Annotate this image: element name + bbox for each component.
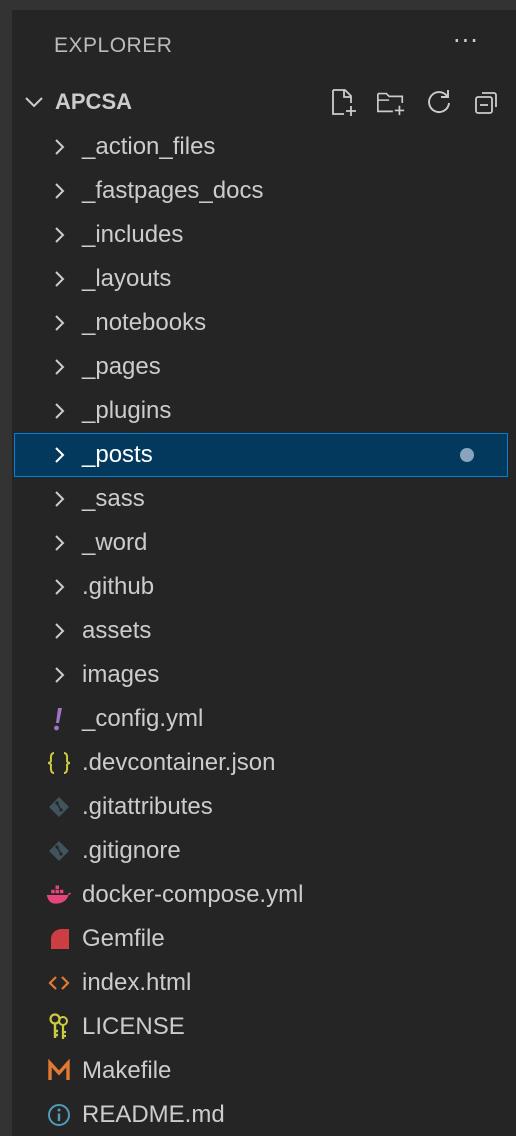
chevron-right-icon[interactable] <box>46 397 72 425</box>
tree-item-label: _sass <box>82 485 145 512</box>
tree-file[interactable]: README.md <box>14 1093 508 1136</box>
chevron-right-icon[interactable] <box>46 133 72 161</box>
tree-folder[interactable]: _includes <box>14 213 508 257</box>
tree-folder[interactable]: _fastpages_docs <box>14 169 508 213</box>
workspace-title: APCSA <box>55 89 133 114</box>
tree-item-label: index.html <box>82 969 192 996</box>
tree-item-label: _layouts <box>82 265 172 292</box>
chevron-right-icon[interactable] <box>46 573 72 601</box>
tree-item-label: _notebooks <box>82 309 207 336</box>
json-braces-icon <box>46 749 72 777</box>
tree-file[interactable]: docker-compose.yml <box>14 873 508 917</box>
collapse-all-icon[interactable] <box>472 86 502 118</box>
chevron-right-icon[interactable] <box>46 485 72 513</box>
tree-file[interactable]: .gitattributes <box>14 785 508 829</box>
tree-item-label: _posts <box>82 441 153 468</box>
html-brackets-icon <box>46 969 72 997</box>
tree-item-label: _fastpages_docs <box>82 177 264 204</box>
explorer-panel: EXPLORER ··· APCSA _action_files _fastpa… <box>14 10 516 1136</box>
tree-folder[interactable]: _sass <box>14 477 508 521</box>
chevron-right-icon[interactable] <box>46 529 72 557</box>
tree-item-label: _includes <box>82 221 184 248</box>
tree-item-label: Makefile <box>82 1057 172 1084</box>
tree-folder[interactable]: _plugins <box>14 389 508 433</box>
tree-file[interactable]: Gemfile <box>14 917 508 961</box>
tree-item-label: _word <box>82 529 148 556</box>
tree-folder[interactable]: _pages <box>14 345 508 389</box>
more-actions-button[interactable]: ··· <box>448 29 484 60</box>
tree-file[interactable]: LICENSE <box>14 1005 508 1049</box>
tree-file[interactable]: .gitignore <box>14 829 508 873</box>
makefile-m-icon <box>46 1057 72 1085</box>
tree-item-label: images <box>82 661 160 688</box>
chevron-right-icon[interactable] <box>46 221 72 249</box>
tree-folder-selected[interactable]: _posts <box>14 433 508 477</box>
git-diamond-icon <box>46 837 72 865</box>
tree-folder[interactable]: _notebooks <box>14 301 508 345</box>
file-tree: _action_files _fastpages_docs _includes … <box>14 125 516 1136</box>
tree-folder[interactable]: images <box>14 653 508 697</box>
tree-file[interactable]: Makefile <box>14 1049 508 1093</box>
tree-file[interactable]: index.html <box>14 961 508 1005</box>
chevron-right-icon[interactable] <box>46 177 72 205</box>
tree-folder[interactable]: assets <box>14 609 508 653</box>
section-actions <box>328 86 502 118</box>
activity-bar-edge <box>0 0 12 1136</box>
chevron-right-icon[interactable] <box>46 265 72 293</box>
tree-folder[interactable]: _layouts <box>14 257 508 301</box>
tree-item-label: .devcontainer.json <box>82 749 276 776</box>
chevron-right-icon[interactable] <box>46 309 72 337</box>
explorer-header: EXPLORER ··· <box>14 10 516 80</box>
refresh-icon[interactable] <box>424 86 454 118</box>
top-bar-edge <box>0 0 516 10</box>
ruby-gem-icon <box>46 925 72 953</box>
tree-item-label: .gitignore <box>82 837 181 864</box>
chevron-right-icon[interactable] <box>46 353 72 381</box>
tree-file[interactable]: .devcontainer.json <box>14 741 508 785</box>
tree-item-label: LICENSE <box>82 1013 185 1040</box>
workspace-section-header[interactable]: APCSA <box>14 80 516 124</box>
new-file-icon[interactable] <box>328 86 358 118</box>
modified-indicator-icon <box>460 448 474 462</box>
yaml-exclamation-icon <box>46 705 72 733</box>
info-circle-icon <box>46 1101 72 1129</box>
explorer-window: EXPLORER ··· APCSA _action_files _fastpa… <box>0 0 516 1136</box>
tree-folder[interactable]: _word <box>14 521 508 565</box>
tree-item-label: README.md <box>82 1101 225 1128</box>
chevron-down-icon[interactable] <box>22 90 46 114</box>
tree-item-label: _config.yml <box>82 705 204 732</box>
chevron-right-icon[interactable] <box>46 617 72 645</box>
tree-item-label: Gemfile <box>82 925 165 952</box>
tree-item-label: _action_files <box>82 133 216 160</box>
tree-item-label: .github <box>82 573 155 600</box>
tree-folder[interactable]: .github <box>14 565 508 609</box>
tree-item-label: docker-compose.yml <box>82 881 304 908</box>
docker-whale-icon <box>46 881 72 909</box>
tree-folder[interactable]: _action_files <box>14 125 508 169</box>
tree-file[interactable]: _config.yml <box>14 697 508 741</box>
chevron-right-icon[interactable] <box>46 441 72 469</box>
license-key-icon <box>46 1013 72 1041</box>
chevron-right-icon[interactable] <box>46 661 72 689</box>
tree-item-label: .gitattributes <box>82 793 213 820</box>
explorer-title: EXPLORER <box>54 34 173 57</box>
new-folder-icon[interactable] <box>376 86 406 118</box>
tree-item-label: _pages <box>82 353 161 380</box>
tree-item-label: _plugins <box>82 397 172 424</box>
tree-item-label: assets <box>82 617 152 644</box>
git-diamond-icon <box>46 793 72 821</box>
